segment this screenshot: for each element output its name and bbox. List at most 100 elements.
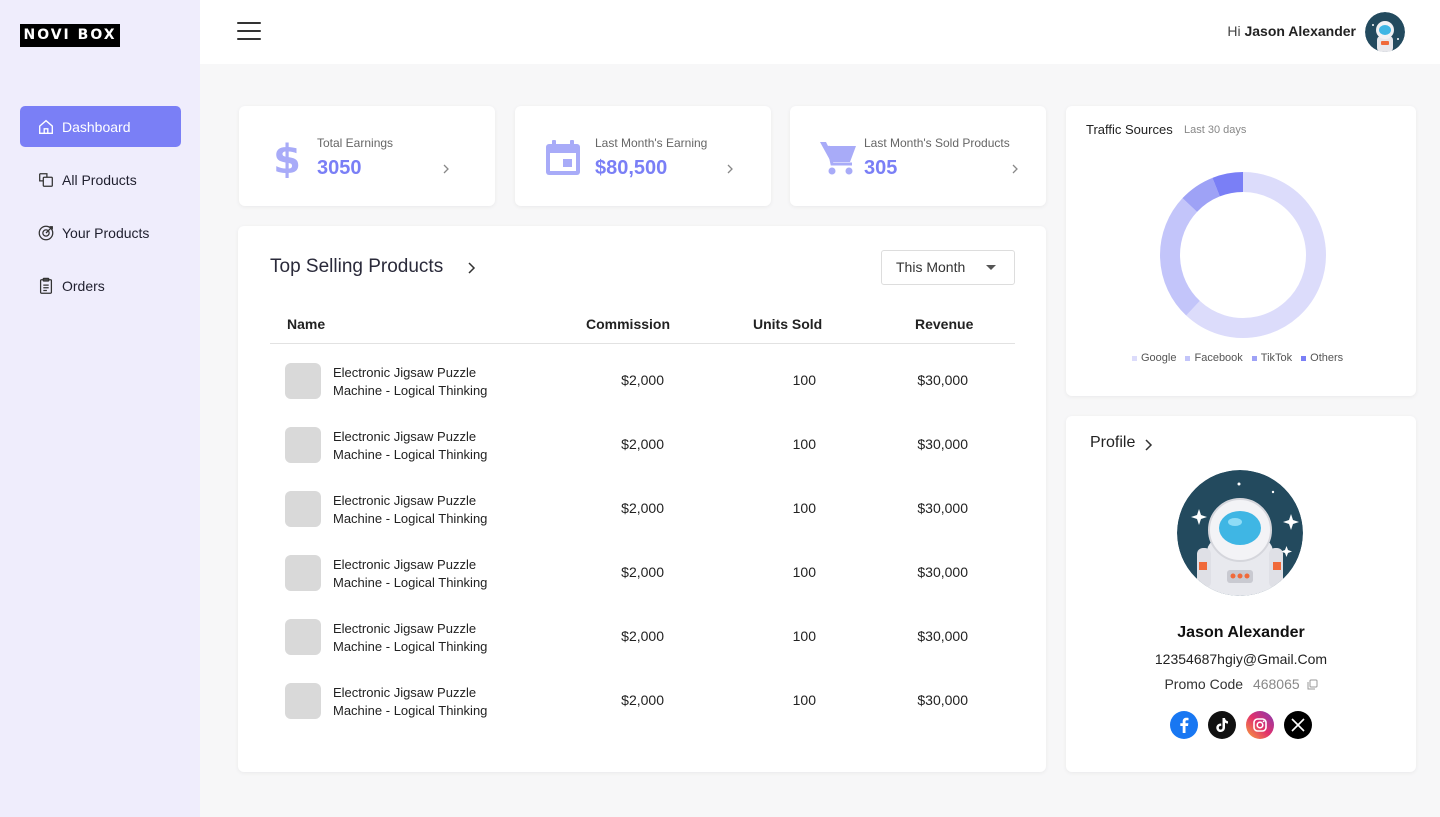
product-name-line: Electronic Jigsaw Puzzle <box>333 365 477 380</box>
promo-code-value: 468065 <box>1252 676 1300 692</box>
section-title[interactable]: Top Selling Products <box>270 256 443 278</box>
legend-item: Facebook <box>1185 352 1243 364</box>
traffic-subtitle: Last 30 days <box>1184 124 1247 136</box>
sidebar: NOVI BOX Dashboard All Products Your Pro… <box>0 0 200 817</box>
product-name-line: Machine - Logical Thinking <box>333 383 488 398</box>
table-header: Name Commission Units Sold Revenue <box>270 306 1015 344</box>
revenue-cell: $30,000 <box>917 628 968 644</box>
units-cell: 100 <box>792 628 816 644</box>
user-name: Jason Alexander <box>1244 23 1356 39</box>
promo-code-row: Promo Code 468065 <box>1066 676 1416 692</box>
stat-label: Last Month's Sold Products <box>864 136 1010 150</box>
commission-cell: $2,000 <box>621 372 664 388</box>
product-name: Electronic Jigsaw Puzzle Machine - Logica… <box>333 364 513 400</box>
units-cell: 100 <box>792 500 816 516</box>
sidebar-item-all-products[interactable]: All Products <box>20 159 181 200</box>
sidebar-item-label: Your Products <box>62 224 150 241</box>
profile-title[interactable]: Profile <box>1090 434 1135 452</box>
sidebar-item-label: Dashboard <box>62 118 131 135</box>
donut-slice-tiktok <box>1182 177 1221 213</box>
revenue-cell: $30,000 <box>917 564 968 580</box>
promo-label: Promo Code <box>1164 676 1244 692</box>
commission-cell: $2,000 <box>621 500 664 516</box>
profile-avatar <box>1177 470 1303 596</box>
social-links <box>1170 711 1312 739</box>
sidebar-item-orders[interactable]: Orders <box>20 265 181 306</box>
stat-value: 3050 <box>317 157 362 179</box>
stat-card-last-month-earning[interactable]: Last Month's Earning $80,500 <box>515 106 771 206</box>
units-cell: 100 <box>792 372 816 388</box>
profile-name: Jason Alexander <box>1177 624 1305 641</box>
profile-card: Profile Jason Alexander 12354687hgiy@Gma… <box>1066 416 1416 772</box>
revenue-cell: $30,000 <box>917 692 968 708</box>
avatar[interactable] <box>1365 12 1405 52</box>
menu-icon[interactable] <box>237 22 261 42</box>
logo[interactable]: NOVI BOX <box>20 24 120 47</box>
product-thumbnail <box>285 363 321 399</box>
sidebar-item-label: Orders <box>62 277 105 294</box>
column-header-name[interactable]: Name <box>287 316 325 332</box>
chevron-right-icon[interactable] <box>441 164 451 174</box>
product-name: Electronic Jigsaw Puzzle Machine - Logica… <box>333 620 513 656</box>
column-header-units-sold[interactable]: Units Sold <box>753 316 822 332</box>
donut-slice-facebook <box>1160 198 1201 316</box>
product-thumbnail <box>285 683 321 719</box>
column-header-revenue[interactable]: Revenue <box>915 316 973 332</box>
copy-icon[interactable] <box>1307 679 1318 690</box>
units-cell: 100 <box>792 436 816 452</box>
tiktok-icon[interactable] <box>1208 711 1236 739</box>
greeting-prefix: Hi <box>1227 23 1241 39</box>
legend-swatch <box>1185 355 1191 361</box>
top-selling-products-card: Top Selling Products This Month Name Com… <box>238 226 1046 772</box>
product-name-line: Electronic Jigsaw Puzzle <box>333 557 477 572</box>
donut-slice-google <box>1186 172 1326 338</box>
svg-text:$: $ <box>273 138 301 178</box>
product-name-line: Machine - Logical Thinking <box>333 575 488 590</box>
product-thumbnail <box>285 491 321 527</box>
chevron-right-icon[interactable] <box>1144 438 1154 452</box>
table-row[interactable]: Electronic Jigsaw Puzzle Machine - Logica… <box>270 603 1015 667</box>
product-thumbnail <box>285 619 321 655</box>
sidebar-item-your-products[interactable]: Your Products <box>20 212 181 253</box>
stat-label: Total Earnings <box>317 136 394 150</box>
chart-legend: Google Facebook TikTok Others <box>1132 352 1343 364</box>
product-name-line: Electronic Jigsaw Puzzle <box>333 493 477 508</box>
products-icon <box>37 171 55 189</box>
table-row[interactable]: Electronic Jigsaw Puzzle Machine - Logica… <box>270 539 1015 603</box>
dropdown-value: This Month <box>896 259 966 275</box>
product-name-line: Electronic Jigsaw Puzzle <box>333 621 477 636</box>
column-header-commission[interactable]: Commission <box>586 316 670 332</box>
table-row[interactable]: Electronic Jigsaw Puzzle Machine - Logica… <box>270 411 1015 475</box>
stat-label: Last Month's Earning <box>595 136 708 150</box>
caret-down-icon <box>986 265 996 270</box>
commission-cell: $2,000 <box>621 628 664 644</box>
revenue-cell: $30,000 <box>917 436 968 452</box>
chevron-right-icon[interactable] <box>1010 164 1020 174</box>
stat-card-last-month-sold[interactable]: Last Month's Sold Products 305 <box>790 106 1046 206</box>
product-name-line: Machine - Logical Thinking <box>333 639 488 654</box>
product-name: Electronic Jigsaw Puzzle Machine - Logica… <box>333 556 513 592</box>
target-icon <box>37 224 55 242</box>
product-name-line: Electronic Jigsaw Puzzle <box>333 685 477 700</box>
table-row[interactable]: Electronic Jigsaw Puzzle Machine - Logica… <box>270 475 1015 539</box>
profile-email: 12354687hgiy@Gmail.Com <box>1154 651 1328 667</box>
traffic-title: Traffic Sources <box>1086 122 1173 137</box>
units-cell: 100 <box>792 692 816 708</box>
revenue-cell: $30,000 <box>917 372 968 388</box>
legend-item: Others <box>1301 352 1343 364</box>
calendar-icon <box>546 140 580 175</box>
instagram-icon[interactable] <box>1246 711 1274 739</box>
x-icon[interactable] <box>1284 711 1312 739</box>
period-dropdown[interactable]: This Month <box>881 250 1015 285</box>
dollar-icon: $ <box>273 138 301 178</box>
legend-label: Others <box>1310 352 1344 364</box>
table-row[interactable]: Electronic Jigsaw Puzzle Machine - Logica… <box>270 667 1015 731</box>
table-row[interactable]: Electronic Jigsaw Puzzle Machine - Logica… <box>270 347 1015 411</box>
donut-slice-others <box>1212 172 1244 197</box>
sidebar-item-dashboard[interactable]: Dashboard <box>20 106 181 147</box>
facebook-icon[interactable] <box>1170 711 1198 739</box>
legend-swatch <box>1301 355 1307 361</box>
chevron-right-icon[interactable] <box>466 261 478 275</box>
stat-card-total-earnings[interactable]: $ Total Earnings 3050 <box>239 106 495 206</box>
chevron-right-icon[interactable] <box>725 164 735 174</box>
